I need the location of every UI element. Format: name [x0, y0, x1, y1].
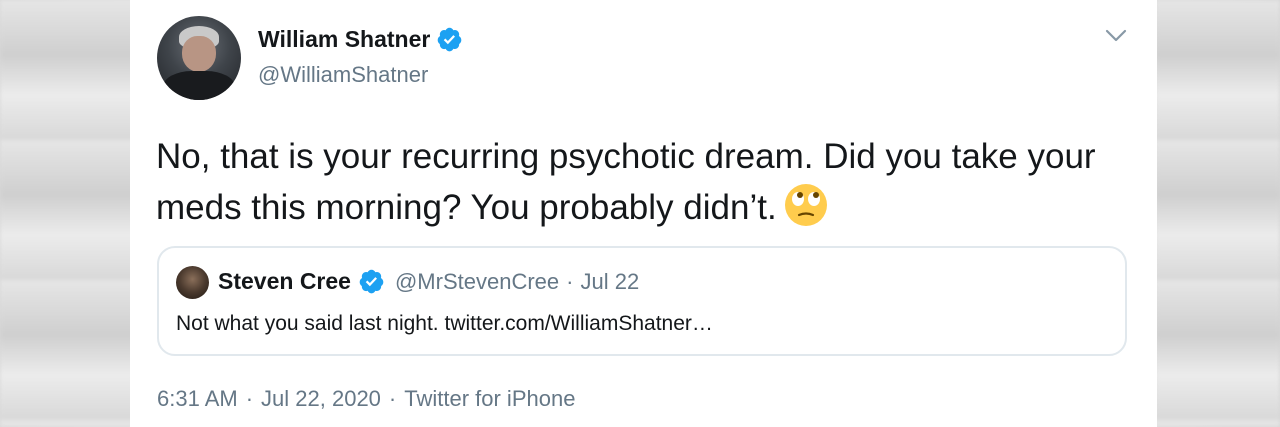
background-left: [0, 0, 135, 427]
quoted-text: Not what you said last night. twitter.co…: [176, 312, 713, 335]
author-handle[interactable]: @WilliamShatner: [258, 62, 428, 88]
tweet-meta: 6:31 AM · Jul 22, 2020 · Twitter for iPhone: [157, 386, 575, 412]
tweet-source[interactable]: Twitter for iPhone: [404, 386, 575, 411]
chevron-down-icon[interactable]: [1104, 27, 1128, 45]
verified-badge-icon: [359, 269, 384, 294]
quoted-author-avatar: [176, 266, 209, 299]
meta-separator: ·: [245, 386, 254, 411]
meta-separator: ·: [388, 386, 397, 411]
author-name-row: William Shatner: [258, 26, 463, 53]
author-avatar[interactable]: [157, 16, 241, 100]
quoted-date: Jul 22: [580, 268, 640, 294]
author-display-name[interactable]: William Shatner: [258, 26, 430, 53]
face-with-rolling-eyes-icon: [784, 184, 827, 226]
tweet-card: William Shatner @WilliamShatner No, that…: [130, 0, 1157, 427]
tweet-body: No, that is your recurring psychotic dre…: [156, 132, 1116, 233]
tweet-time[interactable]: 6:31 AM: [157, 386, 238, 411]
background-right: [1155, 0, 1280, 427]
quoted-separator: ·: [566, 268, 574, 294]
tweet-text: No, that is your recurring psychotic dre…: [156, 137, 1096, 227]
quoted-tweet[interactable]: Steven Cree @MrStevenCree · Jul 22 Not w…: [157, 246, 1127, 356]
quoted-display-name: Steven Cree: [218, 268, 351, 294]
quoted-header: Steven Cree @MrStevenCree · Jul 22: [218, 268, 639, 295]
tweet-date[interactable]: Jul 22, 2020: [261, 386, 381, 411]
verified-badge-icon: [438, 27, 462, 52]
quoted-handle: @MrStevenCree: [394, 268, 560, 294]
